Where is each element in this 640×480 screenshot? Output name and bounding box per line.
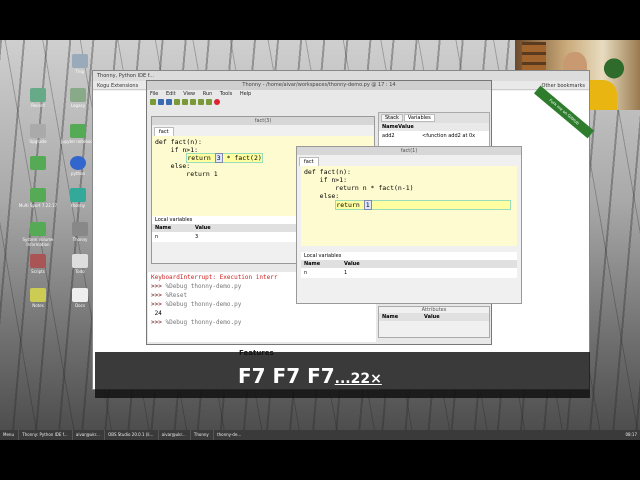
- shell-line: %Debug thonny-demo.py: [165, 301, 242, 308]
- menu-bar: File Edit View Run Tools Help: [147, 90, 491, 98]
- menu-edit[interactable]: Edit: [166, 91, 176, 97]
- current-expression: return 3 * fact(2): [186, 153, 263, 163]
- clock: 08:17: [625, 432, 637, 437]
- folder-icon: [30, 156, 46, 170]
- code-line: return 1: [155, 170, 218, 178]
- other-bookmarks[interactable]: Other bookmarks: [542, 83, 585, 89]
- thonny-icon: [70, 188, 86, 202]
- attributes-panel: Attributes Name Value: [378, 306, 490, 338]
- taskbar-item[interactable]: aivar@ukr...: [71, 430, 103, 440]
- script-icon: [30, 254, 46, 268]
- taskbar-item[interactable]: Thonny: Python IDE f...: [18, 430, 70, 440]
- folder-icon: [30, 188, 46, 202]
- desktop-icons: Tmp Recent Legacy Upgrade Jupyter notebo…: [0, 40, 100, 430]
- shell-line: %Reset: [165, 292, 188, 299]
- open-icon[interactable]: [158, 99, 164, 105]
- evaluated-value: 3: [214, 153, 223, 163]
- step-over-icon[interactable]: [190, 99, 196, 105]
- window-title: Thonny - /home/aivar/workspaces/thonny-d…: [147, 81, 491, 90]
- code-line: def fact(n):: [155, 138, 202, 146]
- menu-tools[interactable]: Tools: [220, 91, 232, 97]
- shell-output: 24: [154, 310, 162, 317]
- tab-fact[interactable]: fact: [154, 127, 174, 136]
- desktop-icon[interactable]: System Volume Information: [16, 222, 60, 247]
- tab-fact[interactable]: fact: [299, 157, 319, 166]
- menu-help[interactable]: Help: [240, 91, 251, 97]
- code-line: if n>1:: [304, 176, 348, 184]
- code-line: return n * fact(n-1): [304, 184, 414, 192]
- shell-line: %Debug thonny-demo.py: [165, 283, 242, 290]
- code-line: else:: [155, 162, 191, 170]
- table-header: Name Value: [379, 123, 489, 131]
- tab-stack[interactable]: Stack: [381, 114, 403, 122]
- code-line: else:: [304, 192, 340, 200]
- code-line: def fact(n):: [304, 168, 351, 176]
- menu-file[interactable]: File: [150, 91, 158, 97]
- folder-icon: [30, 222, 46, 236]
- desktop-icon[interactable]: [16, 156, 60, 171]
- file-icon: [72, 254, 88, 268]
- desktop-icon[interactable]: Recent: [16, 88, 60, 108]
- table-row[interactable]: n1: [301, 268, 517, 278]
- table-header: Name Value: [379, 313, 489, 321]
- shell-error: KeyboardInterrupt: Execution interr: [151, 274, 278, 281]
- frame-title: fact(1): [297, 147, 521, 155]
- file-icon: [30, 288, 46, 302]
- python-icon: [70, 156, 86, 170]
- notebook-icon: [70, 124, 86, 138]
- file-icon: [72, 288, 88, 302]
- frame-title: fact(3): [152, 117, 374, 125]
- desktop-icon[interactable]: Notes: [16, 288, 60, 308]
- toolbar: [147, 98, 491, 107]
- menu-view[interactable]: View: [183, 91, 195, 97]
- desktop-icon[interactable]: Scripts: [16, 254, 60, 274]
- taskbar-item[interactable]: OBS Studio 20.0.1 (li...: [104, 430, 156, 440]
- drive-icon: [30, 124, 46, 138]
- letterbox-top: [0, 0, 640, 40]
- evaluated-value: 1: [363, 200, 372, 210]
- local-variables: Local variables Name Value n1: [301, 252, 517, 278]
- step-out-icon[interactable]: [206, 99, 212, 105]
- keystroke-overlay: F7 F7 F7...22×: [95, 352, 590, 398]
- table-row[interactable]: add2 <function add2 at 0x: [379, 131, 489, 141]
- save-icon[interactable]: [166, 99, 172, 105]
- bookmarks[interactable]: Kogu Extensions: [97, 83, 138, 89]
- thonny-icon: [72, 222, 88, 236]
- code-editor[interactable]: def fact(n): if n>1: return n * fact(n-1…: [301, 166, 517, 246]
- desktop-icon[interactable]: Upgrade: [16, 124, 60, 144]
- menu-run[interactable]: Run: [203, 91, 213, 97]
- stop-icon[interactable]: [214, 99, 220, 105]
- vars-title: Local variables: [304, 253, 342, 259]
- start-menu-button[interactable]: Menu: [0, 430, 17, 439]
- folder-icon: [30, 88, 46, 102]
- current-expression: return 1: [335, 200, 512, 210]
- plant: [602, 54, 626, 90]
- folder-icon: [70, 88, 86, 102]
- frame-fact1: fact(1) fact def fact(n): if n>1: return…: [296, 146, 522, 304]
- letterbox-bottom: [0, 440, 640, 480]
- tab-variables[interactable]: Variables: [403, 114, 435, 122]
- debug-icon[interactable]: [182, 99, 188, 105]
- desktop-icon[interactable]: Multi Sport 7.22.17: [16, 188, 60, 208]
- keystroke-text: F7 F7 F7...22×: [238, 364, 382, 388]
- folder-icon: [72, 54, 88, 68]
- vars-header: Name Value: [301, 260, 517, 268]
- desktop: Tmp Recent Legacy Upgrade Jupyter notebo…: [0, 40, 640, 440]
- keystroke-count: ...22×: [334, 371, 382, 387]
- taskbar-item[interactable]: Thonny: [189, 430, 212, 440]
- taskbar-item[interactable]: thonny-de...: [213, 430, 244, 440]
- run-icon[interactable]: [174, 99, 180, 105]
- new-file-icon[interactable]: [150, 99, 156, 105]
- step-into-icon[interactable]: [198, 99, 204, 105]
- shell-line: %Debug thonny-demo.py: [165, 319, 242, 326]
- taskbar-item[interactable]: aivar@ukr...: [157, 430, 189, 440]
- panel-tabs: Stack Variables: [379, 113, 489, 123]
- taskbar: Menu Thonny: Python IDE f... aivar@ukr..…: [0, 430, 640, 440]
- github-ribbon[interactable]: Fork me on GitHub: [533, 85, 595, 139]
